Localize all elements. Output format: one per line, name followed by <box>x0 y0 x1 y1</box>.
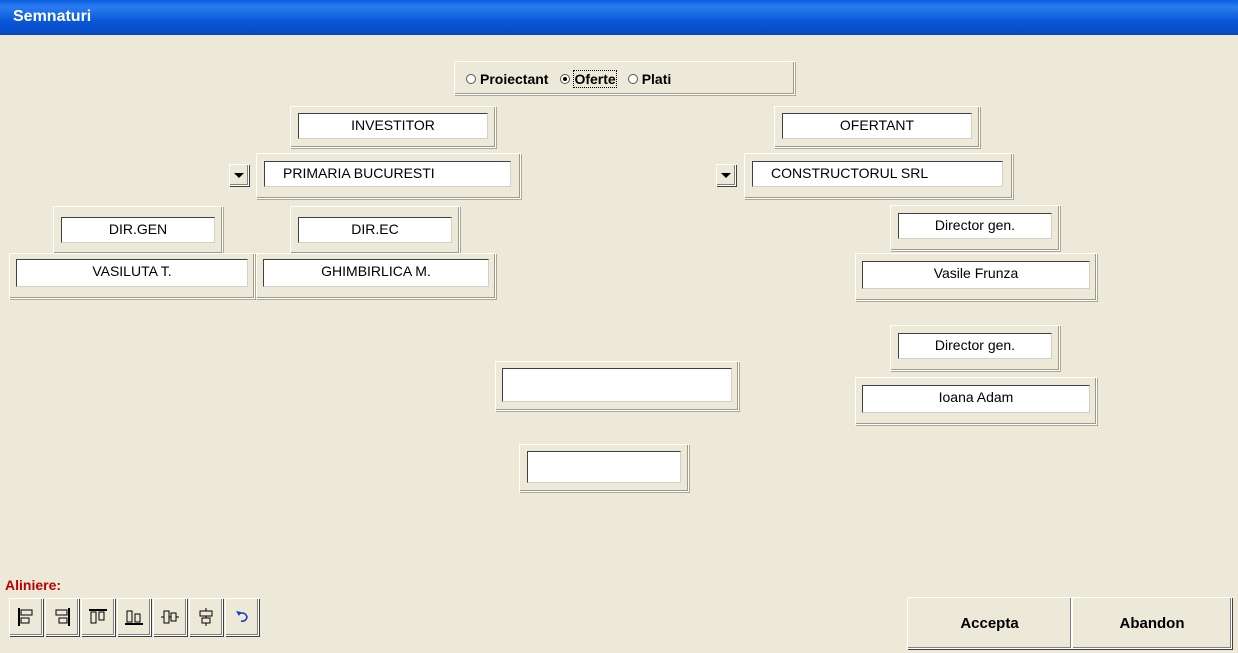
signer-title-field-dir-ec[interactable]: DIR.EC <box>298 217 452 243</box>
ofertant-entity-field[interactable]: CONSTRUCTORUL SRL <box>752 161 1003 187</box>
accept-button[interactable]: Accepta <box>907 597 1072 649</box>
center-field-1[interactable] <box>502 368 732 402</box>
ofertant-role-field[interactable]: OFERTANT <box>782 113 972 139</box>
signer-name-field-ghimbirlica[interactable]: GHIMBIRLICA M. <box>263 259 489 287</box>
align-bottom-button[interactable] <box>117 598 151 636</box>
center-field-2[interactable] <box>527 451 681 483</box>
undo-icon <box>236 611 248 622</box>
title-bar: Semnaturi <box>0 0 1238 35</box>
abandon-button[interactable]: Abandon <box>1072 597 1232 649</box>
center-vertical-icon <box>161 610 179 624</box>
alignment-label: Aliniere: <box>5 577 62 593</box>
investitor-role-field[interactable]: INVESTITOR <box>298 113 488 139</box>
undo-button[interactable] <box>225 598 259 636</box>
center-vertical-button[interactable] <box>153 598 187 636</box>
form-client-area: Proiectant Oferte Plati INVESTITOR PRIMA… <box>0 35 1238 653</box>
signer-title-field-director-gen-1[interactable]: Director gen. <box>898 213 1052 239</box>
radio-dot-selected-icon <box>560 74 571 84</box>
alignment-toolbar <box>9 598 261 636</box>
signer-title-field-dir-gen[interactable]: DIR.GEN <box>61 217 215 243</box>
align-top-button[interactable] <box>81 598 115 636</box>
radio-plati[interactable]: Plati <box>627 71 671 87</box>
align-right-button[interactable] <box>45 598 79 636</box>
signer-name-field-vasile-frunza[interactable]: Vasile Frunza <box>862 261 1090 289</box>
mode-radio-group: Proiectant Oferte Plati <box>466 70 683 88</box>
investitor-dropdown-button[interactable] <box>229 164 249 186</box>
align-left-icon <box>18 608 33 626</box>
center-horizontal-button[interactable] <box>189 598 223 636</box>
radio-oferte[interactable]: Oferte <box>560 70 617 88</box>
align-left-button[interactable] <box>9 598 43 636</box>
align-bottom-icon <box>125 610 143 625</box>
signer-name-field-vasiluta[interactable]: VASILUTA T. <box>16 259 248 287</box>
center-horizontal-icon <box>199 608 213 626</box>
radio-dot-icon <box>466 74 476 84</box>
signer-name-field-ioana-adam[interactable]: Ioana Adam <box>862 385 1090 413</box>
align-top-icon <box>89 609 107 624</box>
investitor-entity-field[interactable]: PRIMARIA BUCURESTI <box>264 161 511 187</box>
radio-proiectant[interactable]: Proiectant <box>466 71 548 87</box>
window-title: Semnaturi <box>13 8 92 25</box>
signer-title-field-director-gen-2[interactable]: Director gen. <box>898 333 1052 359</box>
align-right-icon <box>55 608 70 626</box>
ofertant-dropdown-button[interactable] <box>716 164 736 186</box>
radio-dot-icon <box>627 74 638 84</box>
